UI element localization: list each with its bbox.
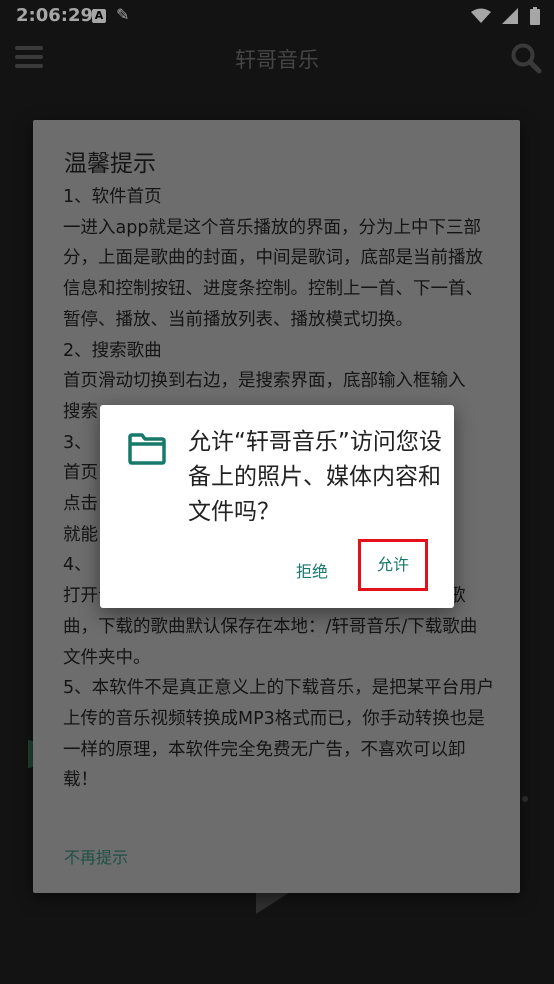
allow-button[interactable]: 允许 [358,539,428,591]
dont-show-again-button[interactable]: 不再提示 [64,844,128,868]
tips-title: 温馨提示 [64,151,156,177]
tips-paragraph: 1、软件首页 [63,187,162,207]
tips-paragraph: 一进入app就是这个音乐播放的界面，分为上中下三部分，上面是歌曲的封面，中间是歌… [63,217,483,330]
tips-paragraph: 首页滑动切换到右边，是搜索界面，底部输入框输入 [63,371,466,392]
tips-paragraph: 2、搜索歌曲 [63,340,162,361]
deny-button[interactable]: 拒绝 [296,558,328,582]
permission-dialog: 允许“轩哥音乐”访问您设备上的照片、媒体内容和文件吗？ 拒绝 允许 [100,405,454,608]
permission-message: 允许“轩哥音乐”访问您设备上的照片、媒体内容和文件吗？ [188,429,442,525]
tips-paragraph: 5、本软件不是真正意义上的下载音乐，是把某平台用户上传的音乐视频转换成MP3格式… [63,678,495,791]
folder-icon [128,433,166,465]
